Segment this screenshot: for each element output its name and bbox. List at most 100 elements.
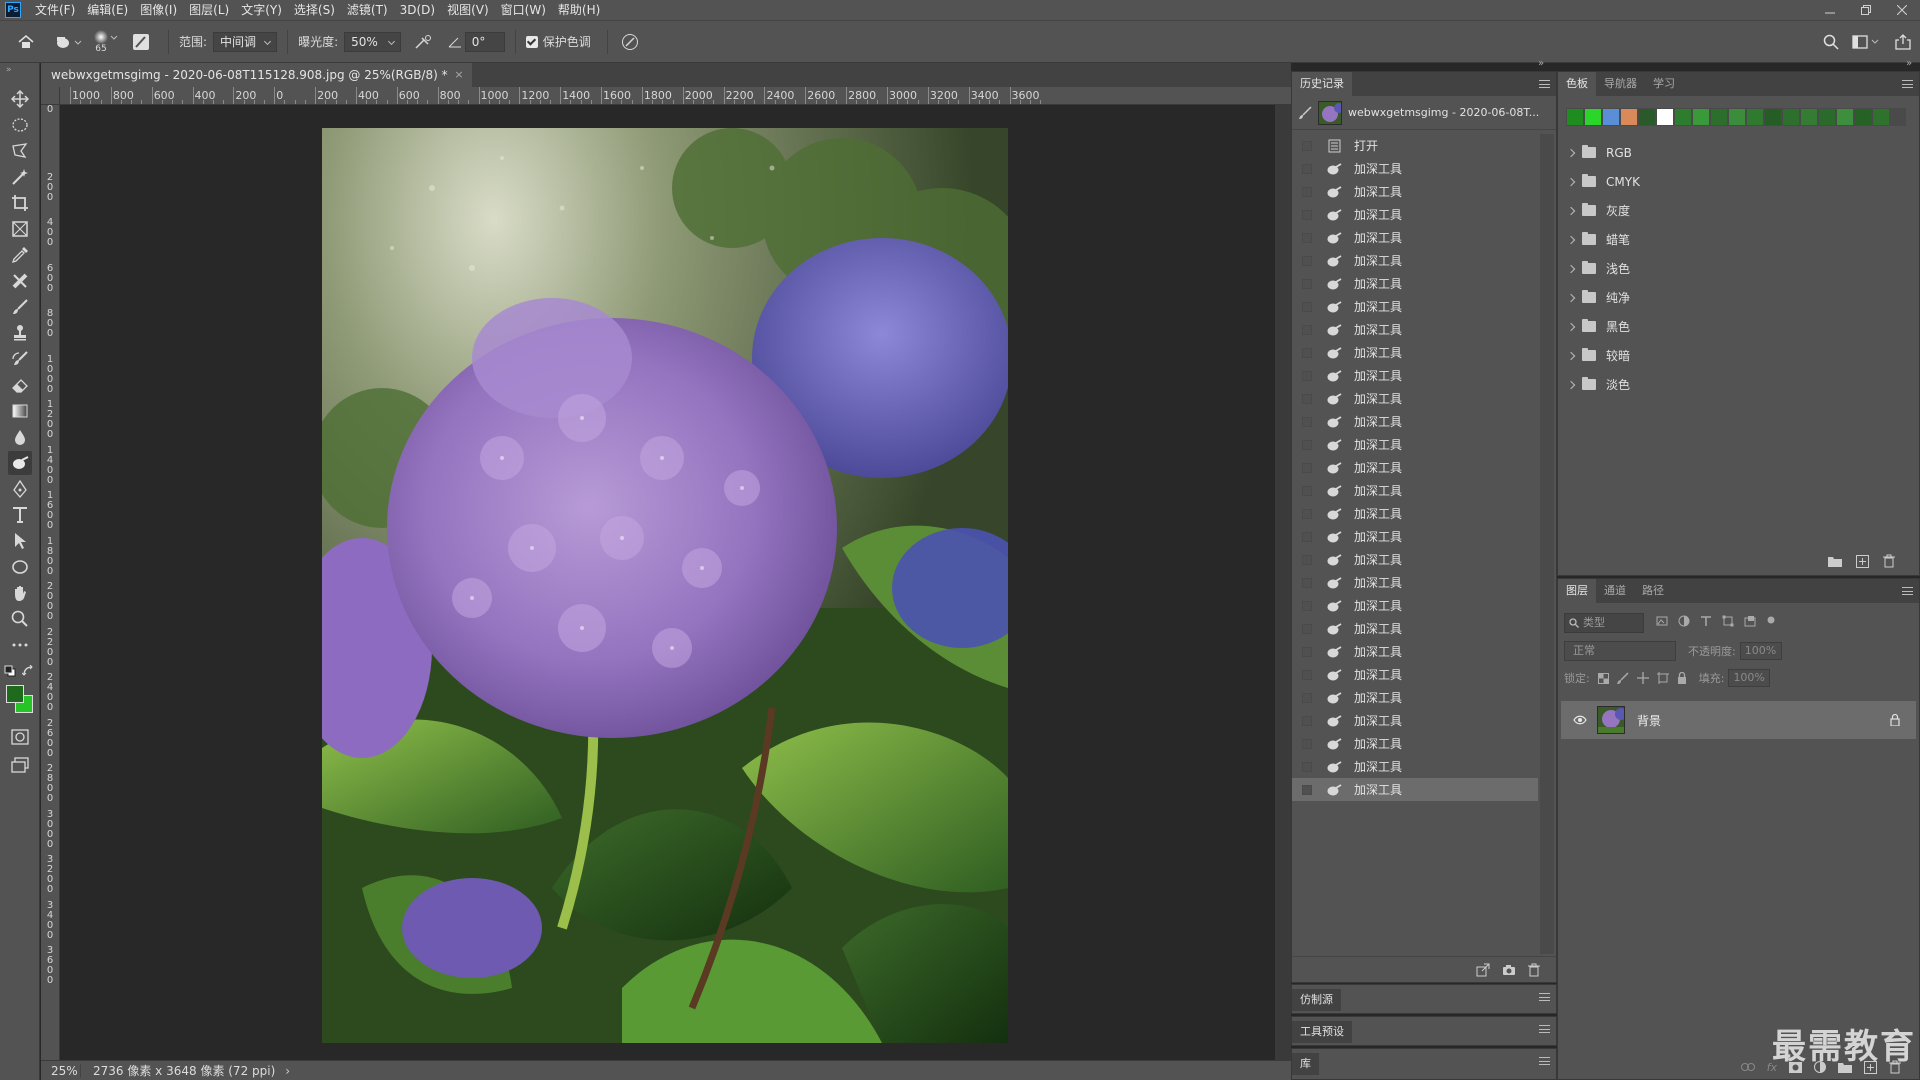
- layer-name[interactable]: 背景: [1637, 712, 1661, 729]
- brush-settings-icon[interactable]: [124, 20, 158, 63]
- panel-dock-collapse-icon[interactable]: »: [1906, 58, 1912, 69]
- history-snapshot-source-checkbox[interactable]: [1302, 209, 1312, 220]
- menu-item[interactable]: 选择(S): [288, 0, 341, 20]
- horizontal-ruler[interactable]: 1000 800 600 400 200 0 200 400 600 800 1000 1200 140…: [60, 87, 1291, 105]
- type-tool-icon[interactable]: [8, 503, 32, 527]
- screen-mode-icon[interactable]: [8, 753, 32, 777]
- color-swatch[interactable]: [1567, 109, 1583, 125]
- toolbar-collapse-icon[interactable]: »: [6, 65, 12, 75]
- layer-row[interactable]: 背景: [1561, 701, 1916, 739]
- chevron-right-icon[interactable]: [1566, 177, 1576, 186]
- history-snapshot-source-checkbox[interactable]: [1302, 646, 1312, 657]
- new-document-from-state-icon[interactable]: [1476, 963, 1490, 977]
- history-snapshot-source-checkbox[interactable]: [1302, 485, 1312, 496]
- color-swatch[interactable]: [1657, 109, 1673, 125]
- type-layer-filter-icon[interactable]: [1700, 615, 1712, 627]
- panel-menu-icon[interactable]: [1902, 80, 1913, 88]
- history-item[interactable]: 加深工具: [1292, 617, 1538, 640]
- document-info[interactable]: 2736 像素 x 3648 像素 (72 ppi): [81, 1062, 275, 1079]
- history-item[interactable]: 加深工具: [1292, 318, 1538, 341]
- restore-icon[interactable]: [1848, 0, 1884, 20]
- history-item[interactable]: 加深工具: [1292, 341, 1538, 364]
- color-swatch[interactable]: [1585, 109, 1601, 125]
- brush-preset-picker[interactable]: 65: [86, 20, 124, 63]
- history-snapshot[interactable]: webwxgetmsgimg - 2020-06-08T...: [1292, 96, 1556, 130]
- menu-item[interactable]: 视图(V): [441, 0, 495, 20]
- link-layers-icon[interactable]: [1740, 1063, 1755, 1071]
- history-snapshot-source-checkbox[interactable]: [1302, 370, 1312, 381]
- panel-menu-icon[interactable]: [1539, 993, 1550, 1001]
- menu-item[interactable]: 文件(F): [29, 0, 81, 20]
- history-snapshot-source-checkbox[interactable]: [1302, 669, 1312, 680]
- history-snapshot-source-checkbox[interactable]: [1302, 715, 1312, 726]
- history-snapshot-source-checkbox[interactable]: [1302, 531, 1312, 542]
- lasso-tool-icon[interactable]: [8, 139, 32, 163]
- history-item[interactable]: 加深工具: [1292, 249, 1538, 272]
- history-snapshot-source-checkbox[interactable]: [1302, 508, 1312, 519]
- menu-item[interactable]: 文字(Y): [235, 0, 288, 20]
- pen-tool-icon[interactable]: [8, 477, 32, 501]
- color-swatch[interactable]: [1783, 109, 1799, 125]
- frame-tool-icon[interactable]: [8, 217, 32, 241]
- lock-transparent-icon[interactable]: [1597, 672, 1609, 684]
- search-icon[interactable]: [1816, 20, 1846, 63]
- color-swatch[interactable]: [1837, 109, 1853, 125]
- opacity-input[interactable]: 100%: [1739, 642, 1782, 660]
- brush-tool-icon[interactable]: [8, 295, 32, 319]
- panel-menu-icon[interactable]: [1539, 1057, 1550, 1065]
- history-snapshot-source-checkbox[interactable]: [1302, 324, 1312, 335]
- history-snapshot-source-checkbox[interactable]: [1302, 439, 1312, 450]
- airbrush-icon[interactable]: [401, 20, 445, 63]
- chevron-right-icon[interactable]: [1566, 293, 1576, 302]
- history-snapshot-source-checkbox[interactable]: [1302, 163, 1312, 174]
- chevron-right-icon[interactable]: [1566, 380, 1576, 389]
- ruler-origin[interactable]: [41, 87, 60, 105]
- color-swatch[interactable]: [1819, 109, 1835, 125]
- history-item[interactable]: 加深工具: [1292, 594, 1538, 617]
- color-swatch[interactable]: [1693, 109, 1709, 125]
- tab-layers[interactable]: 图层: [1558, 579, 1596, 603]
- layer-lock-icon[interactable]: [1890, 714, 1900, 726]
- history-snapshot-source-checkbox[interactable]: [1302, 416, 1312, 427]
- menu-item[interactable]: 图像(I): [134, 0, 183, 20]
- swatch-group[interactable]: 黑色: [1558, 312, 1908, 341]
- home-icon[interactable]: [0, 20, 52, 63]
- document-tab[interactable]: webwxgetmsgimg - 2020-06-08T115128.908.j…: [41, 63, 472, 87]
- history-item[interactable]: 加深工具: [1292, 571, 1538, 594]
- history-snapshot-source-checkbox[interactable]: [1302, 347, 1312, 358]
- swatch-group[interactable]: 灰度: [1558, 196, 1908, 225]
- angle-input[interactable]: 0°: [464, 31, 505, 52]
- tab-library[interactable]: 库: [1292, 1053, 1319, 1075]
- menu-item[interactable]: 帮助(H): [552, 0, 606, 20]
- lock-artboard-icon[interactable]: [1656, 672, 1669, 684]
- magic-wand-icon[interactable]: [8, 165, 32, 189]
- blur-tool-icon[interactable]: [8, 425, 32, 449]
- zoom-tool-icon[interactable]: [8, 607, 32, 631]
- color-swatch[interactable]: [1729, 109, 1745, 125]
- tool-preset-picker[interactable]: [52, 20, 86, 63]
- pixel-layer-filter-icon[interactable]: [1656, 615, 1668, 627]
- more-tools-icon[interactable]: [8, 633, 32, 657]
- layer-filter-select[interactable]: 类型: [1564, 613, 1644, 633]
- tab-history[interactable]: 历史记录: [1292, 72, 1352, 96]
- hand-tool-icon[interactable]: [8, 581, 32, 605]
- ellipse-tool-icon[interactable]: [8, 555, 32, 579]
- panel-menu-icon[interactable]: [1539, 1025, 1550, 1033]
- minimize-icon[interactable]: [1812, 0, 1848, 20]
- history-item[interactable]: 加深工具: [1292, 709, 1538, 732]
- history-snapshot-source-checkbox[interactable]: [1302, 623, 1312, 634]
- swatch-group[interactable]: 纯净: [1558, 283, 1908, 312]
- document-image[interactable]: [322, 128, 1008, 1043]
- swatch-group[interactable]: 蜡笔: [1558, 225, 1908, 254]
- history-snapshot-source-checkbox[interactable]: [1302, 577, 1312, 588]
- fill-input[interactable]: 100%: [1728, 669, 1771, 687]
- swatch-group[interactable]: CMYK: [1558, 167, 1908, 196]
- burn-tool-icon[interactable]: [8, 451, 32, 475]
- new-group-icon[interactable]: [1828, 556, 1842, 567]
- quick-mask-icon[interactable]: [8, 725, 32, 749]
- shape-layer-filter-icon[interactable]: [1722, 615, 1734, 627]
- history-item[interactable]: 加深工具: [1292, 686, 1538, 709]
- history-item[interactable]: 加深工具: [1292, 203, 1538, 226]
- history-snapshot-source-checkbox[interactable]: [1302, 784, 1312, 795]
- tab-paths[interactable]: 路径: [1634, 579, 1672, 603]
